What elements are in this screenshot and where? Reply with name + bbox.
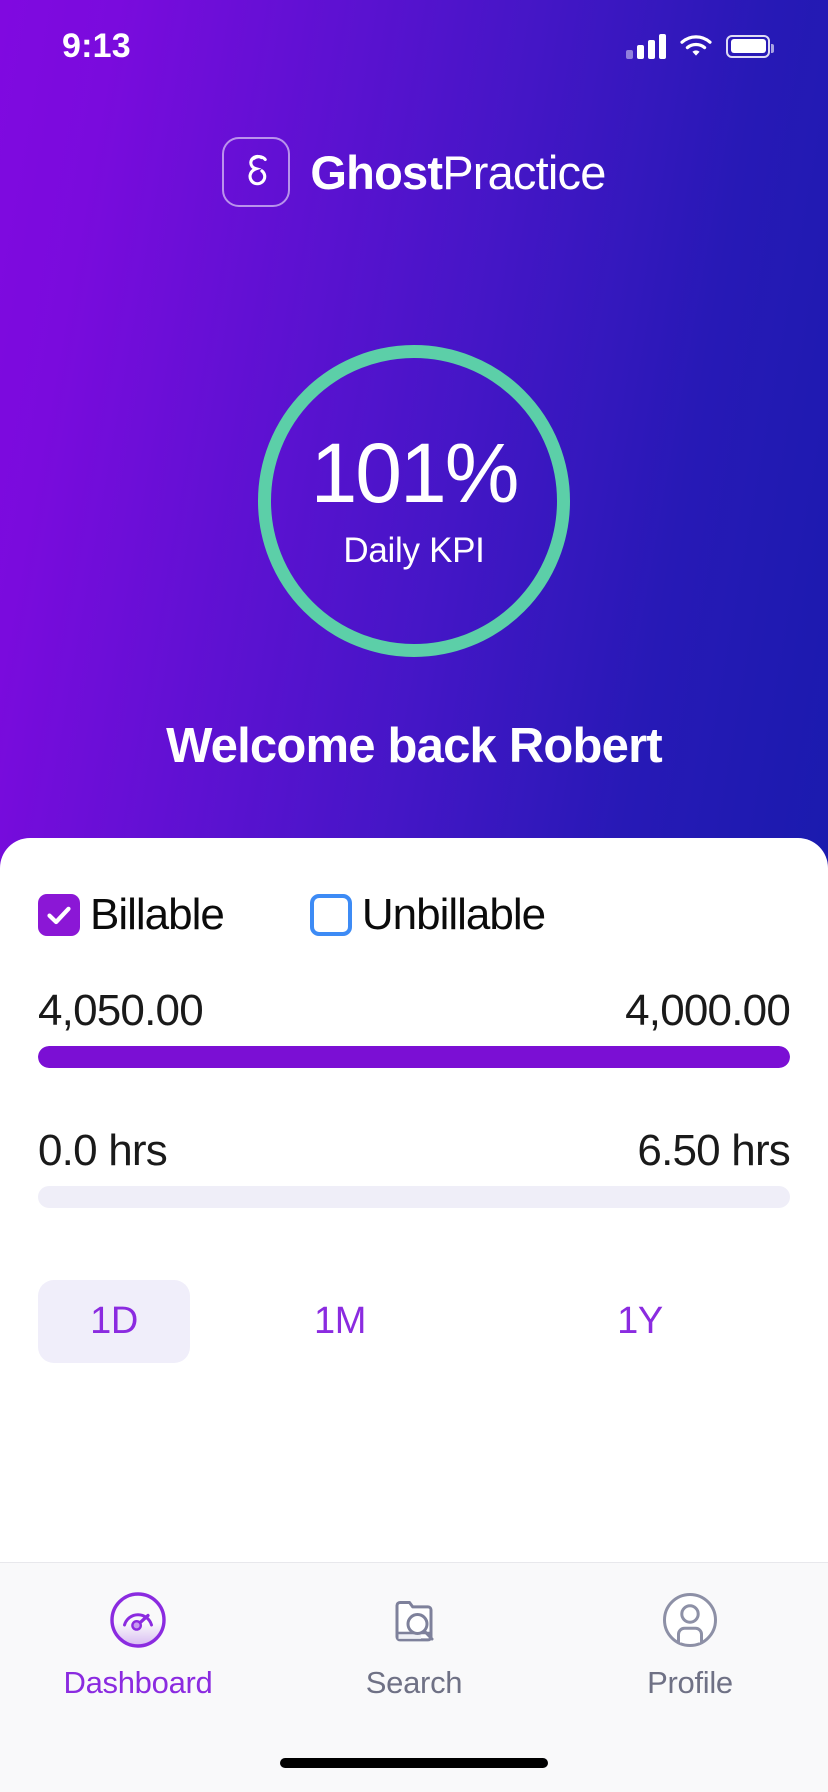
metric-amount-progress-fill — [38, 1046, 790, 1068]
tab-profile[interactable]: Profile — [552, 1589, 828, 1701]
ghost-g-logo-icon — [222, 137, 291, 207]
metric-amount-target: 4,000.00 — [625, 986, 791, 1035]
filter-billable[interactable]: Billable — [38, 890, 225, 940]
metric-hours-values: 0.0 hrs 6.50 hrs — [38, 1126, 791, 1176]
brand-name-bold: Ghost — [310, 145, 443, 199]
billable-filter-group: Billable Unbillable — [38, 838, 790, 940]
status-bar-time: 9:13 — [62, 26, 131, 65]
tab-search-label: Search — [365, 1665, 463, 1700]
metric-hours-actual: 0.0 hrs — [38, 1126, 168, 1175]
metric-amount-progressbar — [38, 1046, 790, 1068]
tab-search[interactable]: Search — [276, 1589, 552, 1701]
tab-profile-label: Profile — [647, 1665, 733, 1700]
kpi-value: 101% — [310, 426, 520, 520]
home-indicator — [280, 1758, 548, 1768]
wifi-icon — [680, 35, 712, 56]
metric-hours: 0.0 hrs 6.50 hrs — [38, 1126, 791, 1208]
tab-dashboard-label: Dashboard — [63, 1665, 213, 1700]
brand-header: GhostPractice — [0, 137, 828, 207]
checkbox-billable[interactable] — [38, 894, 80, 936]
metric-amount-actual: 4,050.00 — [38, 986, 204, 1035]
brand-name-light: Practice — [442, 145, 606, 199]
brand-name: GhostPractice — [310, 145, 606, 200]
folder-search-icon — [395, 1601, 434, 1642]
cellular-signal-icon — [626, 33, 666, 59]
welcome-message: Welcome back Robert — [166, 719, 663, 773]
metric-amount: 4,050.00 4,000.00 — [38, 986, 791, 1068]
metric-hours-progressbar — [38, 1186, 790, 1208]
period-option-1m[interactable]: 1M — [190, 1280, 490, 1363]
period-selector: 1D 1M 1Y — [38, 1280, 790, 1363]
filter-billable-label: Billable — [90, 890, 225, 939]
filter-unbillable-label: Unbillable — [361, 890, 546, 939]
battery-full-icon — [726, 34, 774, 58]
kpi-content: 101% Daily KPI — [258, 345, 570, 657]
daily-kpi-gauge: 101% Daily KPI — [258, 345, 570, 657]
gauge-icon — [110, 1592, 166, 1648]
bottom-navigation-bar: Dashboard Search Profile — [0, 1562, 828, 1792]
content-sheet: Billable Unbillable 4,050.00 4,000.00 0.… — [0, 838, 828, 1562]
check-icon — [47, 906, 71, 924]
person-circle-icon — [663, 1593, 717, 1647]
status-bar: 9:13 — [0, 0, 828, 92]
filter-unbillable[interactable]: Unbillable — [309, 890, 546, 940]
metric-hours-target: 6.50 hrs — [637, 1126, 790, 1175]
checkbox-unbillable[interactable] — [309, 894, 352, 936]
period-option-1d[interactable]: 1D — [38, 1280, 190, 1363]
kpi-label: Daily KPI — [343, 531, 485, 570]
metric-amount-values: 4,050.00 4,000.00 — [38, 986, 791, 1036]
app-screen: 9:13 GhostPractice 101% Daily KPI Welcom… — [0, 0, 828, 1792]
tab-dashboard[interactable]: Dashboard — [0, 1589, 276, 1701]
period-option-1y[interactable]: 1Y — [490, 1280, 790, 1363]
status-bar-indicators — [626, 33, 774, 59]
